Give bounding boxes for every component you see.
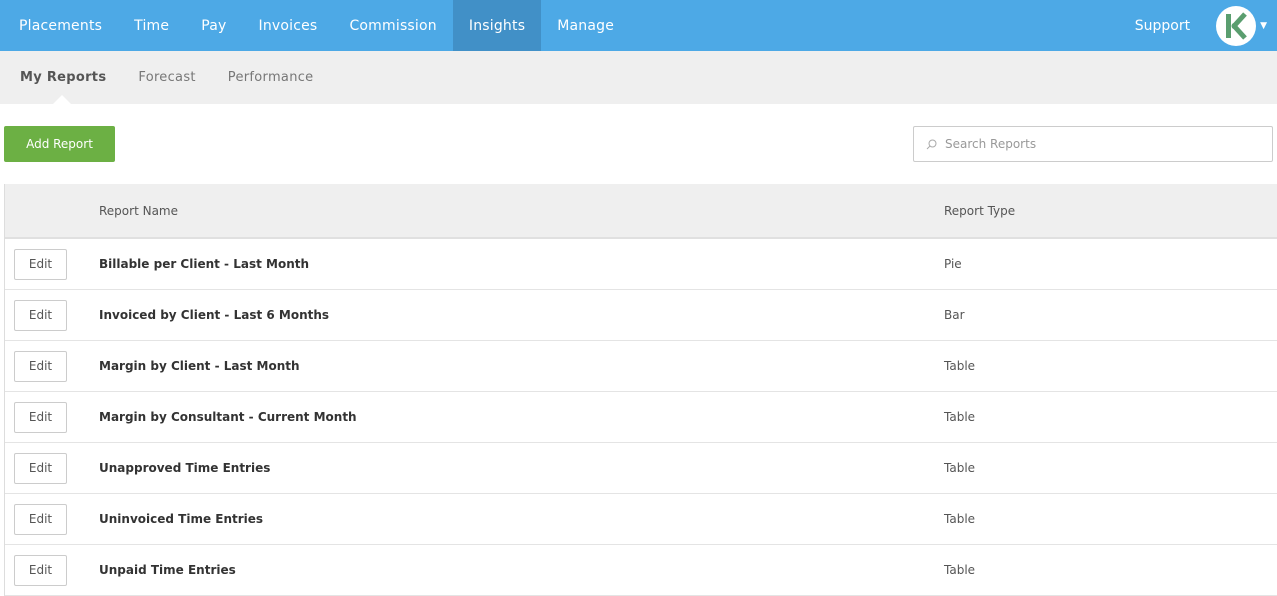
report-name[interactable]: Margin by Consultant - Current Month (99, 410, 944, 424)
chevron-down-icon[interactable]: ▼ (1260, 21, 1267, 31)
table-row: Edit Billable per Client - Last Month Pie (5, 239, 1277, 290)
add-report-button[interactable]: Add Report (4, 126, 115, 162)
tab-performance[interactable]: Performance (212, 51, 330, 104)
header-report-name: Report Name (99, 203, 178, 218)
sub-navigation: My Reports Forecast Performance (0, 51, 1277, 104)
top-navigation: Placements Time Pay Invoices Commission … (0, 0, 1277, 51)
nav-invoices[interactable]: Invoices (242, 0, 333, 51)
edit-button[interactable]: Edit (14, 350, 67, 382)
table-row: Edit Unpaid Time Entries Table (5, 545, 1277, 596)
edit-button[interactable]: Edit (14, 554, 67, 586)
reports-table: Report Name Report Type Edit Billable per… (4, 184, 1277, 596)
report-type: Table (944, 563, 976, 577)
report-name[interactable]: Billable per Client - Last Month (99, 257, 944, 271)
table-row: Edit Margin by Consultant - Current Month… (5, 392, 1277, 443)
support-link[interactable]: Support (1135, 18, 1190, 34)
report-type: Table (944, 512, 976, 526)
report-name[interactable]: Margin by Client - Last Month (99, 359, 944, 373)
report-type: Table (944, 461, 976, 475)
table-row: Edit Uninvoiced Time Entries Table (5, 494, 1277, 545)
toolbar: Add Report (0, 104, 1277, 184)
report-name[interactable]: Unapproved Time Entries (99, 461, 944, 475)
search-box[interactable] (913, 126, 1273, 162)
table-row: Edit Invoiced by Client - Last 6 Months Ba… (5, 290, 1277, 341)
k-logo-icon (1226, 11, 1247, 40)
search-input[interactable] (945, 137, 1245, 151)
nav-commission[interactable]: Commission (333, 0, 452, 51)
nav-placements[interactable]: Placements (0, 0, 118, 51)
nav-time[interactable]: Time (118, 0, 185, 51)
table-row: Edit Margin by Client - Last Month Table (5, 341, 1277, 392)
tab-my-reports[interactable]: My Reports (0, 51, 122, 104)
report-type: Table (944, 359, 976, 373)
report-name[interactable]: Uninvoiced Time Entries (99, 512, 944, 526)
edit-button[interactable]: Edit (14, 248, 67, 280)
edit-button[interactable]: Edit (14, 401, 67, 433)
table-row: Edit Unapproved Time Entries Table (5, 443, 1277, 494)
tab-forecast[interactable]: Forecast (122, 51, 211, 104)
edit-button[interactable]: Edit (14, 503, 67, 535)
report-name[interactable]: Unpaid Time Entries (99, 563, 944, 577)
table-header: Report Name Report Type (5, 184, 1277, 239)
edit-button[interactable]: Edit (14, 452, 67, 484)
report-type: Table (944, 410, 976, 424)
search-icon (926, 139, 937, 149)
report-name[interactable]: Invoiced by Client - Last 6 Months (99, 308, 944, 322)
nav-pay[interactable]: Pay (185, 0, 242, 51)
nav-manage[interactable]: Manage (541, 0, 630, 51)
header-report-type: Report Type (944, 203, 1016, 218)
report-type: Pie (944, 257, 962, 271)
edit-button[interactable]: Edit (14, 299, 67, 331)
nav-insights[interactable]: Insights (452, 0, 542, 51)
avatar[interactable] (1216, 5, 1257, 46)
nav-right: Support ▼ (1135, 0, 1277, 51)
report-type: Bar (944, 308, 965, 322)
